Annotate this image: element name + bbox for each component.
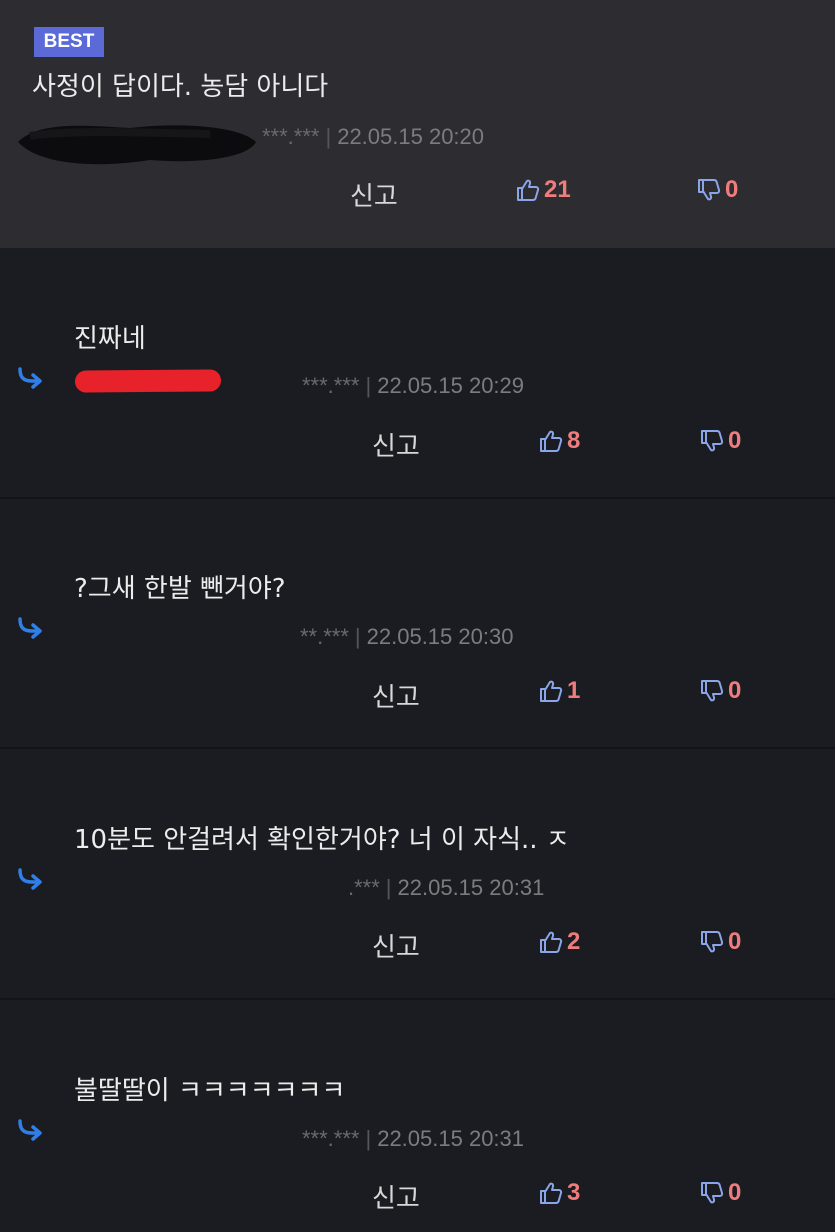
meta-divider: | <box>354 624 361 649</box>
thumbs-down-icon <box>701 931 724 953</box>
comment-text: 불딸딸이 ㅋㅋㅋㅋㅋㅋㅋ <box>74 1076 346 1106</box>
dislike-count: 0 <box>725 176 739 203</box>
redacted-author-mark <box>74 369 222 393</box>
comment-meta: **.*** | 22.05.15 20:30 <box>300 624 513 650</box>
reply-arrow-icon <box>18 868 42 890</box>
timestamp: 22.05.15 20:31 <box>377 1126 525 1151</box>
best-badge: BEST <box>34 27 104 57</box>
like-button[interactable]: 3 <box>538 1179 580 1207</box>
reply-comment: 10분도 안걸려서 확인한거야? 너 이 자식.. ㅈ .*** | 22.05.1… <box>0 749 835 999</box>
dislike-button[interactable]: 0 <box>699 427 741 455</box>
timestamp: 22.05.15 20:29 <box>377 373 525 398</box>
author-masked: ***.*** <box>302 1126 360 1151</box>
like-count: 3 <box>567 1179 581 1206</box>
thumbs-down-icon <box>698 179 721 201</box>
dislike-count: 0 <box>728 1179 742 1206</box>
like-count: 8 <box>567 427 581 454</box>
report-button[interactable]: 신고 <box>350 176 398 213</box>
report-button[interactable]: 신고 <box>372 677 420 714</box>
dislike-count: 0 <box>728 677 742 704</box>
report-button[interactable]: 신고 <box>372 927 420 964</box>
comment-list: BEST 사정이 답이다. 농담 아니다 ***.*** | 22.05.15 20… <box>0 0 835 1232</box>
meta-divider: | <box>325 124 332 149</box>
best-comment: BEST 사정이 답이다. 농담 아니다 ***.*** | 22.05.15 20… <box>0 0 835 248</box>
meta-divider: | <box>365 1126 372 1151</box>
comment-text: 사정이 답이다. 농담 아니다 <box>32 72 329 102</box>
like-button[interactable]: 8 <box>538 427 580 455</box>
thumbs-down-icon <box>701 430 724 452</box>
comment-meta: ***.*** | 22.05.15 20:20 <box>262 124 484 150</box>
reply-comment: ?그새 한발 뺀거야? **.*** | 22.05.15 20:30 신고 1 0 <box>0 499 835 748</box>
dislike-count: 0 <box>728 427 742 454</box>
thumbs-up-icon <box>540 931 563 953</box>
like-button[interactable]: 2 <box>538 928 580 956</box>
report-button[interactable]: 신고 <box>372 426 420 463</box>
comment-meta: ***.*** | 22.05.15 20:29 <box>302 373 524 399</box>
reply-comment: 불딸딸이 ㅋㅋㅋㅋㅋㅋㅋ ***.*** | 22.05.15 20:31 신고 3… <box>0 1000 835 1232</box>
timestamp: 22.05.15 20:30 <box>366 624 514 649</box>
like-button[interactable]: 21 <box>515 176 571 204</box>
thumbs-down-icon <box>701 680 724 702</box>
thumbs-down-icon <box>701 1182 724 1204</box>
comment-text: 10분도 안걸려서 확인한거야? 너 이 자식.. ㅈ <box>74 825 570 855</box>
like-button[interactable]: 1 <box>538 677 580 705</box>
comment-meta: .*** | 22.05.15 20:31 <box>348 875 544 901</box>
reply-arrow-icon <box>18 367 42 389</box>
dislike-button[interactable]: 0 <box>696 176 738 204</box>
thumbs-up-icon <box>540 680 563 702</box>
comment-text: ?그새 한발 뺀거야? <box>74 574 286 604</box>
thumbs-up-icon <box>540 1182 563 1204</box>
dislike-button[interactable]: 0 <box>699 928 741 956</box>
timestamp: 22.05.15 20:31 <box>397 875 545 900</box>
like-count: 21 <box>544 176 571 203</box>
reply-arrow-icon <box>18 1119 42 1141</box>
dislike-button[interactable]: 0 <box>699 1179 741 1207</box>
reply-arrow-icon <box>18 617 42 639</box>
meta-divider: | <box>365 373 372 398</box>
dislike-count: 0 <box>728 928 742 955</box>
author-masked: ***.*** <box>262 124 320 149</box>
comment-meta: ***.*** | 22.05.15 20:31 <box>302 1126 524 1152</box>
like-count: 2 <box>567 928 581 955</box>
timestamp: 22.05.15 20:20 <box>337 124 485 149</box>
dislike-button[interactable]: 0 <box>699 677 741 705</box>
author-masked: .*** <box>348 875 380 900</box>
author-masked: **.*** <box>300 624 349 649</box>
comment-text: 진짜네 <box>74 324 146 354</box>
thumbs-up-icon <box>517 179 540 201</box>
report-button[interactable]: 신고 <box>372 1178 420 1215</box>
like-count: 1 <box>567 677 581 704</box>
meta-divider: | <box>385 875 392 900</box>
redacted-author-mark <box>18 125 256 165</box>
thumbs-up-icon <box>540 430 563 452</box>
author-masked: ***.*** <box>302 373 360 398</box>
